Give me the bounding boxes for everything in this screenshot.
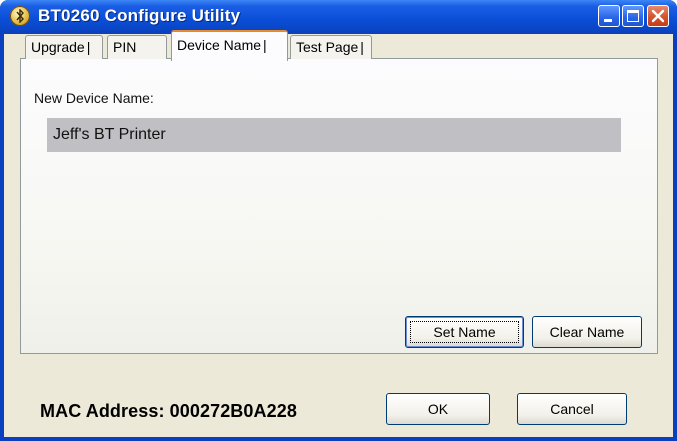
tab-upgrade-label: Upgrade: [31, 39, 85, 55]
minimize-icon: [604, 19, 612, 22]
tab-separator: |: [86, 39, 91, 55]
minimize-button[interactable]: [598, 5, 620, 27]
tab-upgrade[interactable]: Upgrade |: [25, 35, 103, 59]
cancel-button[interactable]: Cancel: [517, 393, 627, 425]
device-name-input[interactable]: [47, 118, 621, 152]
tab-pin-label: PIN: [113, 39, 137, 55]
tab-device-name-label: Device Name: [177, 37, 262, 53]
bluetooth-app-icon: [10, 6, 30, 26]
dialog-window: BT0260 Configure Utility Upgrade | PIN De…: [0, 0, 677, 441]
tab-test-page[interactable]: Test Page |: [290, 35, 372, 59]
window-title: BT0260 Configure Utility: [38, 6, 241, 25]
set-name-button[interactable]: Set Name: [405, 316, 524, 348]
close-button[interactable]: [647, 5, 669, 27]
new-device-name-label: New Device Name:: [34, 90, 154, 106]
mac-address-label: MAC Address: 000272B0A228: [40, 401, 297, 421]
tab-test-page-label: Test Page: [296, 39, 359, 55]
close-icon: [651, 9, 665, 23]
ok-button[interactable]: OK: [386, 393, 490, 425]
set-name-label: Set Name: [410, 321, 519, 343]
clear-name-button[interactable]: Clear Name: [532, 316, 642, 348]
maximize-icon: [627, 10, 639, 22]
tab-device-name[interactable]: Device Name |: [171, 30, 288, 61]
tab-pin[interactable]: PIN: [107, 35, 167, 59]
maximize-button[interactable]: [622, 5, 644, 27]
tab-separator: |: [263, 37, 267, 53]
tab-separator: |: [360, 39, 364, 55]
title-bar[interactable]: BT0260 Configure Utility: [0, 0, 677, 34]
